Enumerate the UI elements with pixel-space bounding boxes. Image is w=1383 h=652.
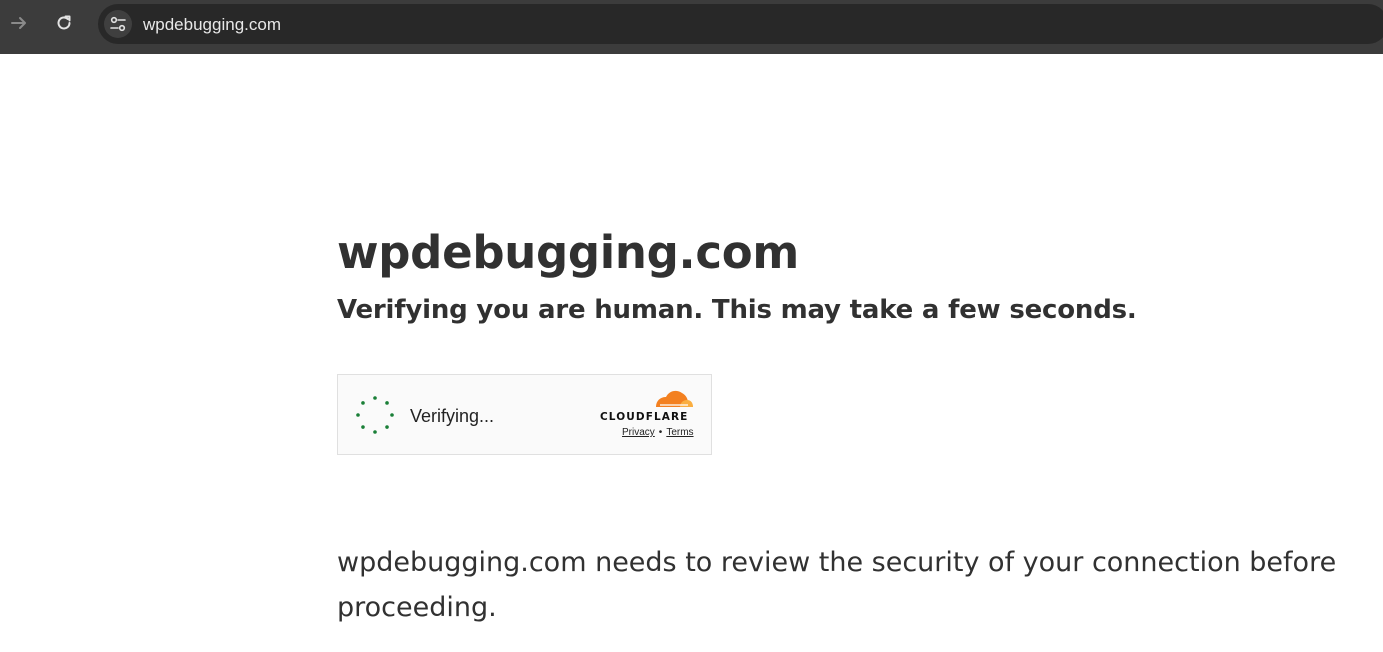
spinner-dot — [385, 425, 389, 429]
terms-link[interactable]: Terms — [666, 427, 693, 438]
spinner-icon — [356, 396, 394, 434]
reload-icon — [57, 15, 71, 30]
spinner-dot — [373, 430, 377, 434]
page-subtitle: Verifying you are human. This may take a… — [337, 295, 1137, 325]
link-separator: • — [658, 427, 663, 438]
spinner-dot — [373, 396, 377, 400]
site-info-button[interactable] — [104, 10, 132, 38]
cloudflare-logo: CLOUDFLARE — [600, 390, 693, 423]
address-bar[interactable]: wpdebugging.com — [98, 4, 1383, 44]
cloudflare-wordmark: CLOUDFLARE — [600, 411, 688, 423]
spinner-dot — [361, 425, 365, 429]
browser-toolbar: wpdebugging.com — [0, 0, 1383, 54]
page-title: wpdebugging.com — [337, 226, 799, 279]
reload-button[interactable] — [48, 7, 80, 39]
url-text[interactable]: wpdebugging.com — [143, 15, 281, 35]
spinner-dot — [390, 413, 394, 417]
spinner-dot — [356, 413, 360, 417]
privacy-link[interactable]: Privacy — [622, 427, 655, 438]
verifying-status: Verifying... — [410, 406, 495, 426]
tune-icon — [110, 16, 126, 32]
spinner-dot — [385, 401, 389, 405]
spinner-dot — [361, 401, 365, 405]
widget-links: Privacy • Terms — [622, 427, 694, 438]
verification-widget: Verifying... CLOUDFLARE Privacy • Terms — [337, 374, 712, 455]
arrow-right-icon — [11, 17, 26, 29]
forward-button[interactable] — [3, 7, 35, 39]
security-description: wpdebugging.com needs to review the secu… — [337, 547, 1337, 623]
